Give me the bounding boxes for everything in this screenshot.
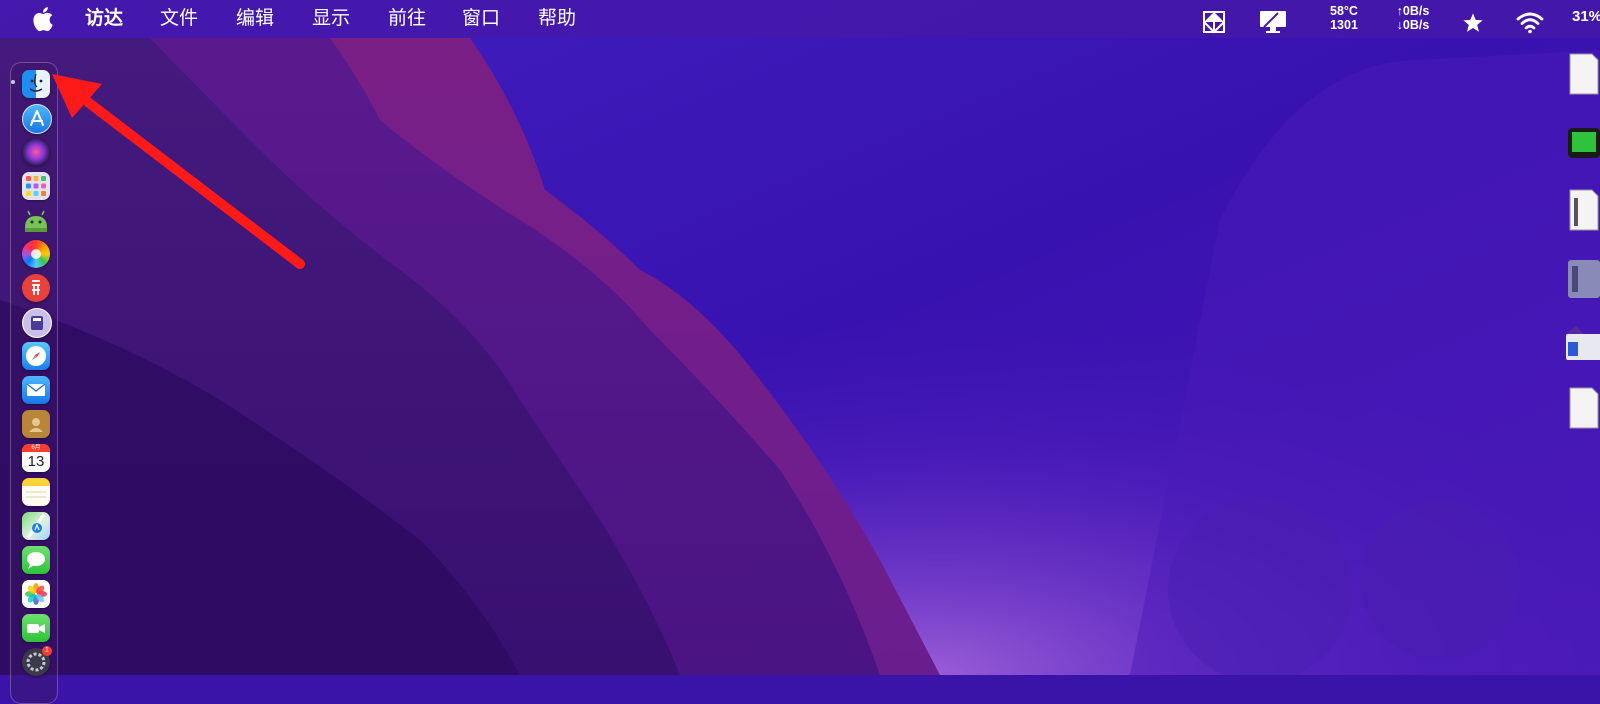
sensor-readout[interactable]: 58°C 1301	[1322, 4, 1366, 34]
photos-icon[interactable]	[22, 580, 50, 608]
launchpad-icon[interactable]	[22, 172, 50, 200]
menu-view[interactable]: 显示	[312, 7, 350, 31]
running-indicator	[11, 80, 15, 84]
menu-go[interactable]: 前往	[388, 7, 426, 31]
menu-help[interactable]: 帮助	[538, 7, 576, 31]
calendar-icon[interactable]: 6月 13	[22, 444, 50, 472]
desktop-archive-icon[interactable]	[1562, 256, 1600, 300]
desktop-app-icon[interactable]	[1562, 120, 1600, 164]
menu-window[interactable]: 窗口	[462, 7, 500, 31]
battery-percent-text[interactable]: 31%	[1572, 8, 1600, 25]
facetime-icon[interactable]	[22, 614, 50, 642]
finder-icon[interactable]	[22, 70, 50, 98]
network-speed-readout[interactable]: ↑0B/s ↓0B/s	[1390, 4, 1436, 34]
app-store-icon[interactable]	[22, 104, 52, 134]
desktop-page-icon[interactable]	[1562, 386, 1600, 430]
desktop-document-icon[interactable]	[1562, 188, 1600, 232]
desktop-wallpaper	[0, 0, 1600, 675]
bookmark-grid-icon[interactable]	[1202, 7, 1226, 37]
dock: 6月 13 1	[10, 62, 58, 704]
notes-icon[interactable]	[22, 478, 50, 506]
fan-speed-text: 1301	[1330, 18, 1358, 32]
contacts-icon[interactable]	[22, 410, 50, 438]
maps-icon[interactable]	[22, 512, 50, 540]
temperature-text: 58°C	[1330, 4, 1358, 18]
desktop-folder-icon[interactable]	[1562, 322, 1600, 366]
utility-icon[interactable]	[22, 308, 52, 338]
download-rate-text: ↓0B/s	[1396, 18, 1430, 32]
upload-rate-text: ↑0B/s	[1396, 4, 1430, 18]
star-icon[interactable]	[1462, 8, 1484, 38]
display-icon[interactable]	[1258, 6, 1288, 36]
notification-badge: 1	[42, 646, 52, 656]
apple-logo-icon[interactable]	[30, 5, 54, 33]
messages-icon[interactable]	[22, 546, 50, 574]
android-icon[interactable]	[22, 206, 50, 234]
desktop-file-icon[interactable]	[1562, 52, 1600, 96]
menu-file[interactable]: 文件	[160, 7, 198, 31]
wifi-icon[interactable]	[1516, 8, 1544, 38]
menu-edit[interactable]: 编辑	[236, 7, 274, 31]
settings-icon[interactable]: 1	[22, 646, 52, 676]
menu-finder[interactable]: 访达	[85, 7, 123, 31]
calendar-day-text: 13	[27, 453, 45, 470]
menu-bar: 访达 文件 编辑 显示 前往 窗口 帮助 58°C 1301 ↑0B/s ↓0B…	[0, 0, 1600, 38]
siri-icon[interactable]	[22, 138, 50, 166]
mail-icon[interactable]	[22, 376, 50, 404]
color-wheel-icon[interactable]	[22, 240, 50, 268]
red-app-icon[interactable]	[22, 274, 50, 302]
safari-icon[interactable]	[22, 342, 50, 370]
